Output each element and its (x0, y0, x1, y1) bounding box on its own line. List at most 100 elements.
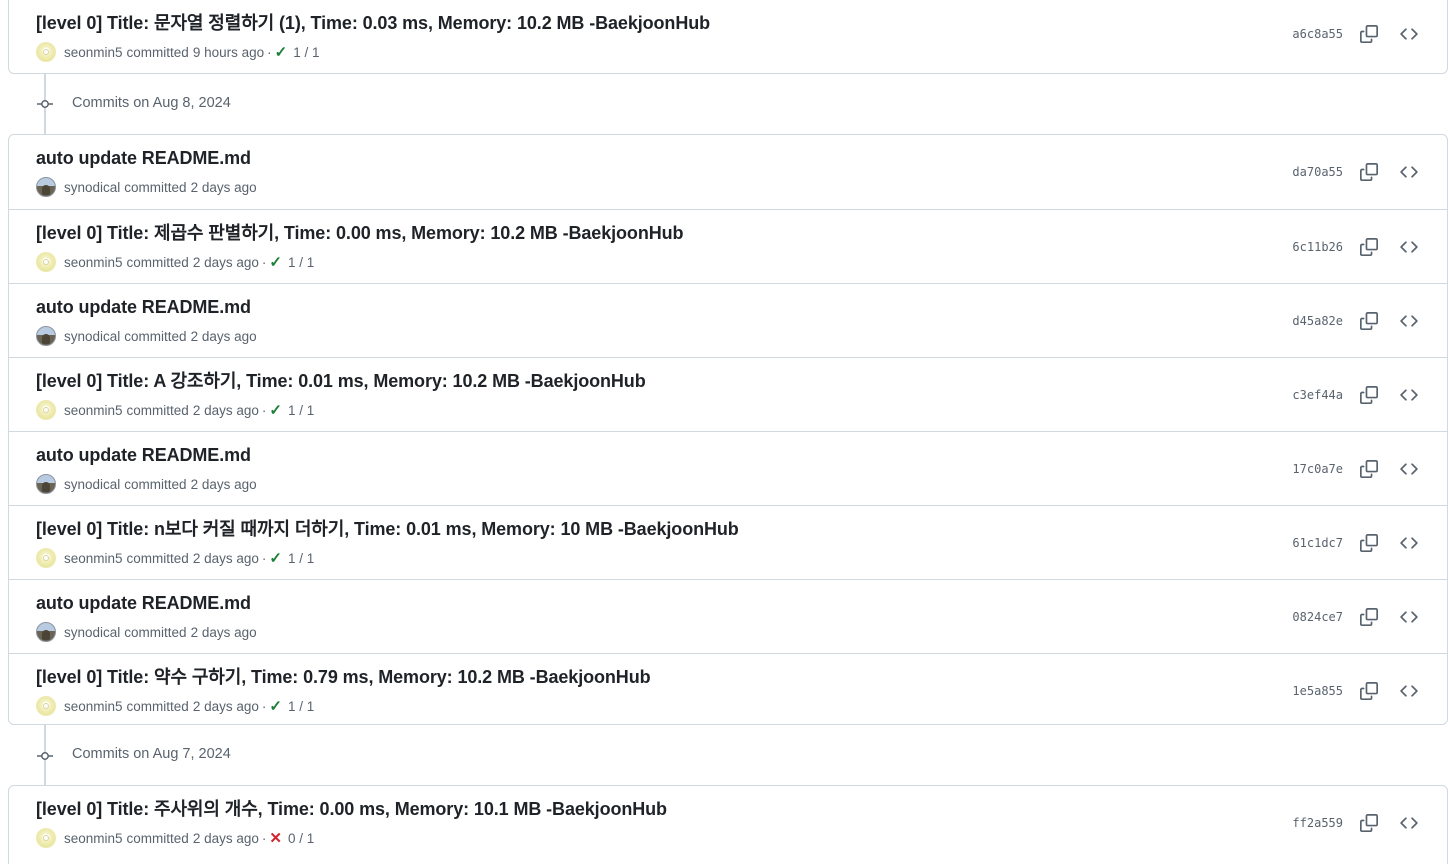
author-link[interactable]: synodical (64, 625, 120, 640)
copy-sha-button[interactable] (1357, 605, 1381, 629)
avatar[interactable] (36, 252, 56, 272)
code-icon (1400, 27, 1418, 40)
author-link[interactable]: seonmin5 (64, 551, 123, 566)
copy-sha-button[interactable] (1357, 309, 1381, 333)
avatar[interactable] (36, 622, 56, 642)
commit-time: 2 days ago (192, 254, 259, 270)
commit-meta: synodical committed 2 days ago (36, 326, 257, 346)
avatar[interactable] (36, 400, 56, 420)
copy-icon (1360, 385, 1378, 404)
status-wrap[interactable]: · ✓ 1 / 1 (259, 253, 314, 271)
browse-repo-button[interactable] (1397, 605, 1421, 629)
copy-sha-button[interactable] (1357, 531, 1381, 555)
code-icon (1400, 314, 1418, 327)
commit-time: 2 days ago (190, 624, 257, 640)
author-link[interactable]: seonmin5 (64, 403, 123, 418)
copy-icon (1360, 681, 1378, 700)
copy-sha-button[interactable] (1357, 160, 1381, 184)
separator: · (261, 830, 267, 846)
browse-repo-button[interactable] (1397, 160, 1421, 184)
commit-time: 2 days ago (192, 402, 259, 418)
browse-repo-button[interactable] (1397, 309, 1421, 333)
commit-verb: committed (126, 698, 189, 714)
commit-sha-link[interactable]: 6c11b26 (1292, 240, 1343, 254)
author-link[interactable]: seonmin5 (64, 255, 123, 270)
commit-title-link[interactable]: auto update README.md (36, 443, 251, 467)
commit-sha-link[interactable]: da70a55 (1292, 165, 1343, 179)
status-wrap[interactable]: · ✕ 0 / 1 (259, 829, 314, 847)
copy-sha-button[interactable] (1357, 679, 1381, 703)
browse-repo-button[interactable] (1397, 383, 1421, 407)
commit-title-link[interactable]: [level 0] Title: A 강조하기, Time: 0.01 ms, … (36, 369, 646, 393)
commit-title-link[interactable]: auto update README.md (36, 591, 251, 615)
commit-meta: seonmin5 committed 2 days ago · ✓ 1 / 1 (36, 252, 314, 272)
avatar[interactable] (36, 326, 56, 346)
commit-sha-link[interactable]: 17c0a7e (1292, 462, 1343, 476)
commit-meta: seonmin5 committed 2 days ago · ✓ 1 / 1 (36, 548, 314, 568)
browse-repo-button[interactable] (1397, 457, 1421, 481)
code-icon (1400, 388, 1418, 401)
status-wrap[interactable]: · ✓ 1 / 1 (259, 697, 314, 715)
separator: · (261, 254, 267, 270)
check-count: 1 / 1 (293, 44, 320, 60)
author-link[interactable]: seonmin5 (64, 831, 123, 846)
code-icon (1400, 684, 1418, 697)
code-icon (1400, 462, 1418, 475)
author-link[interactable]: synodical (64, 329, 120, 344)
status-wrap[interactable]: · ✓ 1 / 1 (264, 43, 319, 61)
commit-title-link[interactable]: auto update README.md (36, 146, 251, 170)
status-wrap[interactable]: · ✓ 1 / 1 (259, 401, 314, 419)
commit-title-link[interactable]: [level 0] Title: 제곱수 판별하기, Time: 0.00 ms… (36, 221, 684, 245)
copy-icon (1360, 607, 1378, 626)
author-link[interactable]: synodical (64, 180, 120, 195)
copy-sha-button[interactable] (1357, 22, 1381, 46)
avatar[interactable] (36, 828, 56, 848)
code-icon (1400, 610, 1418, 623)
commit-sha-link[interactable]: 0824ce7 (1292, 610, 1343, 624)
author-link[interactable]: synodical (64, 477, 120, 492)
git-commit-icon (37, 96, 53, 112)
commit-group-date: Commits on Aug 7, 2024 (72, 746, 231, 762)
copy-sha-button[interactable] (1357, 383, 1381, 407)
commit-title-link[interactable]: [level 0] Title: 주사위의 개수, Time: 0.00 ms,… (36, 797, 667, 821)
commit-sha-link[interactable]: a6c8a55 (1292, 27, 1343, 41)
commit-meta: synodical committed 2 days ago (36, 474, 257, 494)
status-wrap[interactable]: · ✓ 1 / 1 (259, 549, 314, 567)
commit-time: 2 days ago (190, 328, 257, 344)
browse-repo-button[interactable] (1397, 811, 1421, 835)
browse-repo-button[interactable] (1397, 531, 1421, 555)
avatar[interactable] (36, 548, 56, 568)
commit-sha-link[interactable]: c3ef44a (1292, 388, 1343, 402)
copy-sha-button[interactable] (1357, 457, 1381, 481)
code-icon (1400, 536, 1418, 549)
copy-sha-button[interactable] (1357, 811, 1381, 835)
commit-title-link[interactable]: [level 0] Title: 약수 구하기, Time: 0.79 ms, … (36, 665, 651, 689)
commit-sha-link[interactable]: 61c1dc7 (1292, 536, 1343, 550)
commit-title-link[interactable]: [level 0] Title: 문자열 정렬하기 (1), Time: 0.0… (36, 11, 710, 35)
commit-sha-link[interactable]: d45a82e (1292, 314, 1343, 328)
commit-row: auto update README.md synodical committe… (9, 283, 1447, 357)
avatar[interactable] (36, 474, 56, 494)
copy-icon (1360, 311, 1378, 330)
avatar[interactable] (36, 42, 56, 62)
avatar[interactable] (36, 177, 56, 197)
avatar[interactable] (36, 696, 56, 716)
commit-title-link[interactable]: [level 0] Title: n보다 커질 때까지 더하기, Time: 0… (36, 517, 739, 541)
browse-repo-button[interactable] (1397, 22, 1421, 46)
commit-title-link[interactable]: auto update README.md (36, 295, 251, 319)
copy-sha-button[interactable] (1357, 235, 1381, 259)
check-count: 1 / 1 (287, 698, 315, 714)
browse-repo-button[interactable] (1397, 679, 1421, 703)
browse-repo-button[interactable] (1397, 235, 1421, 259)
commit-time: 2 days ago (192, 698, 259, 714)
author-link[interactable]: seonmin5 (64, 699, 123, 714)
author-link[interactable]: seonmin5 (64, 45, 123, 60)
commit-verb: committed (126, 44, 189, 60)
commit-meta: seonmin5 committed 9 hours ago · ✓ 1 / 1 (36, 42, 320, 62)
commit-sha-link[interactable]: 1e5a855 (1292, 684, 1343, 698)
commit-sha-link[interactable]: ff2a559 (1292, 816, 1343, 830)
commit-verb: committed (124, 476, 187, 492)
check-icon: ✓ (269, 698, 282, 715)
commit-row: auto update README.md synodical committe… (9, 579, 1447, 653)
copy-icon (1360, 237, 1378, 256)
